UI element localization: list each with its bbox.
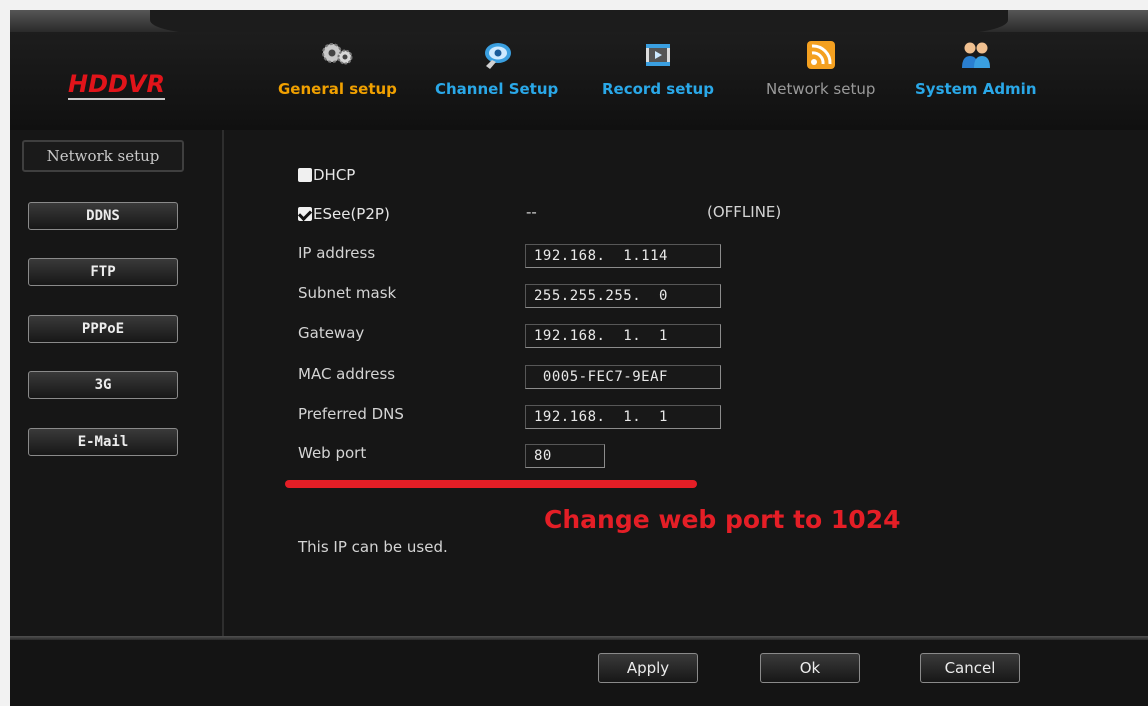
- sidebar-item-3g[interactable]: 3G: [28, 371, 178, 399]
- gateway-field[interactable]: 192.168. 1. 1: [525, 324, 721, 348]
- film-icon: [645, 44, 670, 66]
- preferred-dns-label: Preferred DNS: [298, 405, 404, 423]
- gears-icon: [322, 43, 353, 65]
- dhcp-label: DHCP: [313, 166, 356, 184]
- esee-id: --: [526, 203, 537, 221]
- sidebar-item-pppoe[interactable]: PPPoE: [28, 315, 178, 343]
- annotation-underline: [285, 480, 697, 488]
- dhcp-row: DHCP: [298, 166, 355, 184]
- sidebar-item-network-setup[interactable]: Network setup: [22, 140, 184, 172]
- sidebar-item-ddns[interactable]: DDNS: [28, 202, 178, 230]
- dhcp-checkbox[interactable]: [298, 168, 312, 182]
- ok-button[interactable]: Ok: [760, 653, 860, 683]
- annotation-text: Change web port to 1024: [544, 505, 901, 534]
- camera-icon: [484, 43, 511, 69]
- ip-address-field[interactable]: 192.168. 1.114: [525, 244, 721, 268]
- sidebar-item-ftp[interactable]: FTP: [28, 258, 178, 286]
- esee-row: ESee(P2P): [298, 205, 390, 223]
- subnet-mask-field[interactable]: 255.255.255. 0: [525, 284, 721, 308]
- esee-status: (OFFLINE): [707, 203, 782, 221]
- ip-address-label: IP address: [298, 244, 376, 262]
- tab-system-admin[interactable]: System Admin: [915, 38, 1037, 98]
- subnet-mask-label: Subnet mask: [298, 284, 397, 302]
- tab-network-setup[interactable]: Network setup: [766, 38, 875, 98]
- top-notch: [150, 10, 1008, 34]
- ip-hint: This IP can be used.: [298, 538, 448, 556]
- preferred-dns-field[interactable]: 192.168. 1. 1: [525, 405, 721, 429]
- users-icon: [961, 42, 990, 68]
- sidebar-divider: [222, 130, 224, 645]
- mac-address-label: MAC address: [298, 365, 396, 383]
- gateway-label: Gateway: [298, 324, 365, 342]
- dvr-window: HDDVR General setup Channel Setup Record…: [10, 10, 1148, 706]
- web-port-field[interactable]: 80: [525, 444, 605, 468]
- esee-checkbox[interactable]: [298, 207, 312, 221]
- tab-record-setup[interactable]: Record setup: [602, 38, 714, 98]
- web-port-label: Web port: [298, 444, 367, 462]
- tab-channel-setup[interactable]: Channel Setup: [435, 38, 558, 98]
- esee-label: ESee(P2P): [313, 205, 390, 223]
- apply-button[interactable]: Apply: [598, 653, 698, 683]
- cancel-button[interactable]: Cancel: [920, 653, 1020, 683]
- sidebar-item-email[interactable]: E-Mail: [28, 428, 178, 456]
- header: HDDVR General setup Channel Setup Record…: [10, 32, 1148, 130]
- wifi-icon: [806, 41, 835, 69]
- tab-general-setup[interactable]: General setup: [278, 38, 397, 98]
- mac-address-field[interactable]: 0005-FEC7-9EAF: [525, 365, 721, 389]
- app-logo: HDDVR: [68, 70, 165, 100]
